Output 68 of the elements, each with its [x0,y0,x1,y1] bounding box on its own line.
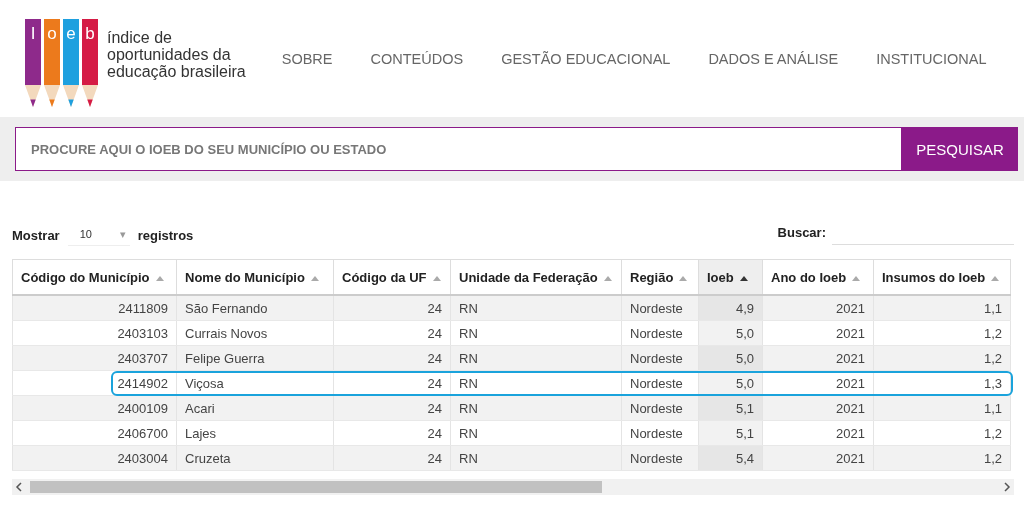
table-cell: 2021 [762,320,874,346]
column-header[interactable]: Código do Município [12,259,177,295]
table-cell: RN [450,295,622,321]
pencil-logo-drawing: e [63,18,79,107]
table-cell: 2021 [762,395,874,421]
table-cell: 1,1 [873,395,1011,421]
table-cell: 2021 [762,345,874,371]
pencil-logo-drawing: I [25,18,41,107]
table-cell: RN [450,445,622,471]
logo-tagline-line: educação brasileira [107,62,246,80]
table-cell: 1,2 [873,345,1011,371]
table-cell: 24 [333,395,451,421]
table-cell: RN [450,320,622,346]
table-cell: 2411809 [12,295,177,321]
nav-link[interactable]: SOBRE [281,50,333,67]
table-cell: 24 [333,320,451,346]
table-cell: 2406700 [12,420,177,446]
pencil-logo-drawing: b [82,18,98,107]
nav-link[interactable]: DADOS E ANÁLISE [708,50,839,67]
table-cell: RN [450,345,622,371]
table-cell: 1,2 [873,320,1011,346]
sort-icon[interactable] [739,275,748,281]
horizontal-scrollbar[interactable] [12,479,1014,495]
table-cell: 2021 [762,295,874,321]
table-cell: 2021 [762,445,874,471]
table-cell: 2403707 [12,345,177,371]
records-label: registros [137,227,194,243]
column-header[interactable]: Nome do Município [176,259,334,295]
logo-tagline-line: oportunidades da [107,45,232,63]
table-cell: 24 [333,345,451,371]
table-cell: 24 [333,295,451,321]
search-field[interactable]: PROCURE AQUI O IOEB DO SEU MUNICÍPIO OU ESTADO [15,127,902,171]
column-header[interactable]: Ioeb [698,259,763,295]
table-cell: Acari [176,395,334,421]
pencil-logo-drawing: o [44,18,60,107]
column-header[interactable]: Ano do Ioeb [762,259,874,295]
table-cell: 24 [333,420,451,446]
scroll-left-icon[interactable] [14,482,24,492]
table-cell: Lajes [176,420,334,446]
column-header[interactable]: Insumos do Ioeb [873,259,1011,295]
table-cell: 1,2 [873,420,1011,446]
table-cell: São Fernando [176,295,334,321]
table-cell: 2400109 [12,395,177,421]
nav-link[interactable]: INSTITUCIONAL [876,50,987,67]
table-cell: 2403103 [12,320,177,346]
nav-link[interactable]: GESTÃO EDUCACIONAL [501,50,671,67]
page-length-select[interactable]: 10 ▾ [67,224,130,246]
table-cell: Cruzeta [176,445,334,471]
search-button[interactable]: PESQUISAR [902,127,1018,171]
table-cell: Currais Novos [176,320,334,346]
column-header[interactable]: Código da UF [333,259,451,295]
table-cell: Nordeste [621,295,699,321]
search-label: Buscar: [777,225,826,240]
show-label: Mostrar [12,227,60,243]
nav-link[interactable]: CONTEÚDOS [370,50,464,67]
scrollbar-thumb[interactable] [30,481,602,493]
table-cell: 2403004 [12,445,177,471]
column-header[interactable]: Unidade da Federação [450,259,622,295]
table-cell: RN [450,420,622,446]
table-cell: RN [450,395,622,421]
table-cell: 2021 [762,420,874,446]
scroll-right-icon[interactable] [1002,482,1012,492]
logo-tagline-line: índice de [107,28,173,46]
table-cell: 1,2 [873,445,1011,471]
table-cell: 1,1 [873,295,1011,321]
table-cell: Felipe Guerra [176,345,334,371]
column-header[interactable]: Região [621,259,699,295]
table-cell: 24 [333,445,451,471]
